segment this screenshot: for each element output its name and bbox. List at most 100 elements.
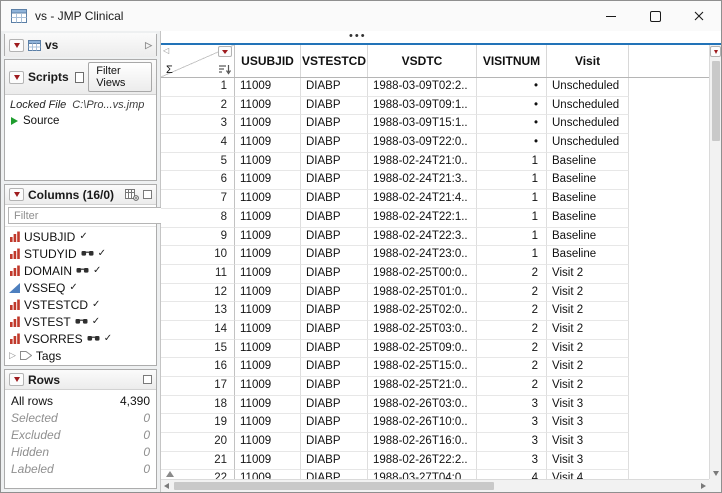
vertical-scrollbar-thumb[interactable] xyxy=(712,61,720,141)
cell-visitnum[interactable]: 1 xyxy=(477,246,547,265)
table-row[interactable]: 2 11009 DIABP 1988-03-09T09:1.. • Unsche… xyxy=(161,97,709,116)
row-number[interactable]: 11 xyxy=(161,265,235,284)
table-row[interactable]: 19 11009 DIABP 1988-02-26T10:0.. 3 Visit… xyxy=(161,414,709,433)
cell-vstestcd[interactable]: DIABP xyxy=(301,377,368,396)
cell-visit[interactable]: Visit 2 xyxy=(547,265,629,284)
cell-visitnum[interactable]: 2 xyxy=(477,340,547,359)
cell-visit[interactable]: Visit 3 xyxy=(547,433,629,452)
cell-vsdtc[interactable]: 1988-03-09T02:2.. xyxy=(368,78,477,97)
cell-visit[interactable]: Baseline xyxy=(547,209,629,228)
cell-vsdtc[interactable]: 1988-02-25T03:0.. xyxy=(368,321,477,340)
row-number[interactable]: 8 xyxy=(161,209,235,228)
cell-visit[interactable]: Visit 3 xyxy=(547,414,629,433)
stat-row[interactable]: Labeled 0 xyxy=(5,460,156,477)
cell-usubjid[interactable]: 11009 xyxy=(235,265,301,284)
table-row[interactable]: 13 11009 DIABP 1988-02-25T02:0.. 2 Visit… xyxy=(161,302,709,321)
cell-vstestcd[interactable]: DIABP xyxy=(301,209,368,228)
cell-usubjid[interactable]: 11009 xyxy=(235,209,301,228)
scroll-right-icon[interactable] xyxy=(701,483,706,489)
column-header-vstestcd[interactable]: VSTESTCD xyxy=(301,45,368,77)
cell-visitnum[interactable]: 3 xyxy=(477,396,547,415)
column-item[interactable]: STUDYID ✓ xyxy=(5,245,156,262)
cell-vsdtc[interactable]: 1988-02-24T22:1.. xyxy=(368,209,477,228)
cell-visit[interactable]: Visit 2 xyxy=(547,358,629,377)
table-row[interactable]: 3 11009 DIABP 1988-03-09T15:1.. • Unsche… xyxy=(161,115,709,134)
cell-vsdtc[interactable]: 1988-02-26T16:0.. xyxy=(368,433,477,452)
cell-vsdtc[interactable]: 1988-03-09T09:1.. xyxy=(368,97,477,116)
cell-visitnum[interactable]: 1 xyxy=(477,153,547,172)
cell-vsdtc[interactable]: 1988-03-09T22:0.. xyxy=(368,134,477,153)
cell-usubjid[interactable]: 11009 xyxy=(235,377,301,396)
cell-usubjid[interactable]: 11009 xyxy=(235,302,301,321)
row-number[interactable]: 14 xyxy=(161,321,235,340)
row-number[interactable]: 9 xyxy=(161,228,235,247)
cell-usubjid[interactable]: 11009 xyxy=(235,134,301,153)
cell-visitnum[interactable]: 1 xyxy=(477,209,547,228)
manage-columns-icon[interactable] xyxy=(125,189,139,201)
cell-usubjid[interactable]: 11009 xyxy=(235,470,301,479)
vertical-scrollbar[interactable] xyxy=(709,45,721,479)
cell-vsdtc[interactable]: 1988-02-24T21:4.. xyxy=(368,190,477,209)
cell-vstestcd[interactable]: DIABP xyxy=(301,190,368,209)
cell-visit[interactable]: Baseline xyxy=(547,171,629,190)
row-number[interactable]: 6 xyxy=(161,171,235,190)
cell-visitnum[interactable]: • xyxy=(477,134,547,153)
cell-vstestcd[interactable]: DIABP xyxy=(301,414,368,433)
column-item[interactable]: VSORRES ✓ xyxy=(5,330,156,347)
row-number[interactable]: 2 xyxy=(161,97,235,116)
column-header-visitnum[interactable]: VISITNUM xyxy=(477,45,547,77)
toolbar-grip[interactable]: ••• xyxy=(349,31,367,43)
columns-menu-button[interactable] xyxy=(9,188,24,201)
column-header-usubjid[interactable]: USUBJID xyxy=(235,45,301,77)
horizontal-scrollbar-thumb[interactable] xyxy=(174,482,494,490)
cell-visit[interactable]: Visit 3 xyxy=(547,396,629,415)
stat-row[interactable]: Hidden 0 xyxy=(5,443,156,460)
table-row[interactable]: 14 11009 DIABP 1988-02-25T03:0.. 2 Visit… xyxy=(161,321,709,340)
row-number[interactable]: 3 xyxy=(161,115,235,134)
scroll-left-icon[interactable] xyxy=(164,483,169,489)
cell-vstestcd[interactable]: DIABP xyxy=(301,284,368,303)
table-row[interactable]: 17 11009 DIABP 1988-02-25T21:0.. 2 Visit… xyxy=(161,377,709,396)
cell-usubjid[interactable]: 11009 xyxy=(235,340,301,359)
row-number[interactable]: 16 xyxy=(161,358,235,377)
table-row[interactable]: 7 11009 DIABP 1988-02-24T21:4.. 1 Baseli… xyxy=(161,190,709,209)
cell-visitnum[interactable]: 2 xyxy=(477,284,547,303)
row-number[interactable]: 7 xyxy=(161,190,235,209)
row-number[interactable]: 18 xyxy=(161,396,235,415)
table-row[interactable]: 5 11009 DIABP 1988-02-24T21:0.. 1 Baseli… xyxy=(161,153,709,172)
cell-vsdtc[interactable]: 1988-02-24T21:0.. xyxy=(368,153,477,172)
table-row[interactable]: 9 11009 DIABP 1988-02-24T22:3.. 1 Baseli… xyxy=(161,228,709,247)
cell-vsdtc[interactable]: 1988-02-25T15:0.. xyxy=(368,358,477,377)
table-row[interactable]: 4 11009 DIABP 1988-03-09T22:0.. • Unsche… xyxy=(161,134,709,153)
cell-usubjid[interactable]: 11009 xyxy=(235,97,301,116)
cell-usubjid[interactable]: 11009 xyxy=(235,171,301,190)
table-row[interactable]: 15 11009 DIABP 1988-02-25T09:0.. 2 Visit… xyxy=(161,340,709,359)
column-item[interactable]: USUBJID ✓ xyxy=(5,228,156,245)
cell-vstestcd[interactable]: DIABP xyxy=(301,134,368,153)
cell-usubjid[interactable]: 11009 xyxy=(235,414,301,433)
row-number[interactable]: 1 xyxy=(161,78,235,97)
cell-visit[interactable]: Baseline xyxy=(547,246,629,265)
cell-visitnum[interactable]: • xyxy=(477,97,547,116)
filter-input[interactable] xyxy=(12,209,158,223)
row-number[interactable]: 15 xyxy=(161,340,235,359)
cell-vstestcd[interactable]: DIABP xyxy=(301,246,368,265)
cell-vsdtc[interactable]: 1988-02-25T02:0.. xyxy=(368,302,477,321)
cell-visitnum[interactable]: 1 xyxy=(477,190,547,209)
cell-usubjid[interactable]: 11009 xyxy=(235,452,301,471)
cell-visit[interactable]: Baseline xyxy=(547,228,629,247)
cell-usubjid[interactable]: 11009 xyxy=(235,190,301,209)
table-row[interactable]: 22 11009 DIABP 1988-03-27T04:0.. 4 Visit… xyxy=(161,470,709,479)
cell-visitnum[interactable]: 2 xyxy=(477,358,547,377)
cell-vstestcd[interactable]: DIABP xyxy=(301,358,368,377)
row-number[interactable]: 4 xyxy=(161,134,235,153)
cell-visitnum[interactable]: 4 xyxy=(477,470,547,479)
cell-visit[interactable]: Unscheduled xyxy=(547,78,629,97)
cell-usubjid[interactable]: 11009 xyxy=(235,321,301,340)
row-number[interactable]: 21 xyxy=(161,452,235,471)
cell-vstestcd[interactable]: DIABP xyxy=(301,321,368,340)
cell-vstestcd[interactable]: DIABP xyxy=(301,153,368,172)
cell-visit[interactable]: Visit 2 xyxy=(547,321,629,340)
table-row[interactable]: 12 11009 DIABP 1988-02-25T01:0.. 2 Visit… xyxy=(161,284,709,303)
scripts-menu-button[interactable] xyxy=(9,71,24,84)
